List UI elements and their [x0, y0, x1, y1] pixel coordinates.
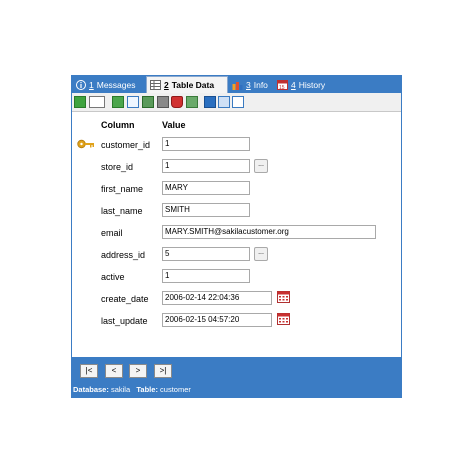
- delete-icon[interactable]: [171, 96, 183, 108]
- insert-row-icon[interactable]: [112, 96, 124, 108]
- table-value: customer: [160, 385, 191, 394]
- address-id-field[interactable]: 5: [162, 247, 250, 261]
- field-label-last-name: last_name: [101, 206, 143, 216]
- tab-number: 2: [164, 80, 169, 90]
- store-id-lookup-button[interactable]: ...: [254, 159, 268, 173]
- tab-number: 1: [89, 79, 94, 90]
- tab-bar: 1 Messages 2 Table Data 3 Info 15 4 History: [71, 75, 402, 93]
- field-label-customer-id: customer_id: [101, 140, 151, 150]
- value-header: Value: [162, 120, 186, 130]
- field-label-first-name: first_name: [101, 184, 144, 194]
- last-record-button[interactable]: >|: [154, 364, 172, 378]
- customer-id-field[interactable]: 1: [162, 137, 250, 151]
- field-label-active: active: [101, 272, 125, 282]
- tab-table-data[interactable]: 2 Table Data: [146, 76, 228, 93]
- table-icon: [150, 80, 161, 90]
- next-record-button[interactable]: >: [129, 364, 147, 378]
- grid-view-icon[interactable]: [204, 96, 216, 108]
- cancel-changes-icon[interactable]: [186, 96, 198, 108]
- first-name-field[interactable]: MARY: [162, 181, 250, 195]
- table-label: Table:: [136, 385, 158, 394]
- last-update-field[interactable]: 2006-02-15 04:57:20: [162, 313, 272, 327]
- tab-number: 3: [246, 79, 251, 90]
- previous-record-button[interactable]: <: [105, 364, 123, 378]
- refresh-icon[interactable]: [74, 96, 86, 108]
- field-label-store-id: store_id: [101, 162, 134, 172]
- info-chart-icon: [232, 81, 243, 90]
- calendar-picker-icon[interactable]: [277, 291, 290, 303]
- tab-info[interactable]: 3 Info: [229, 77, 273, 92]
- field-label-create-date: create_date: [101, 294, 149, 304]
- record-navigation: |< < > >| Database: sakila Table: custom…: [71, 357, 402, 398]
- tab-label: History: [298, 79, 326, 90]
- create-date-field[interactable]: 2006-02-14 22:04:36: [162, 291, 272, 305]
- field-label-email: email: [101, 228, 123, 238]
- key-icon: [77, 139, 94, 149]
- grid-dropdown-icon[interactable]: [89, 96, 105, 108]
- calendar-picker-icon[interactable]: [277, 313, 290, 325]
- toolbar: [72, 93, 401, 112]
- tab-label: Table Data: [171, 80, 215, 90]
- tab-number: 4: [291, 79, 296, 90]
- calendar-icon: 15: [277, 79, 288, 90]
- info-icon: [76, 79, 86, 90]
- store-id-field[interactable]: 1: [162, 159, 250, 173]
- svg-text:15: 15: [279, 85, 285, 90]
- field-label-address-id: address_id: [101, 250, 146, 260]
- last-name-field[interactable]: SMITH: [162, 203, 250, 217]
- active-field[interactable]: 1: [162, 269, 250, 283]
- text-view-icon[interactable]: [232, 96, 244, 108]
- first-record-button[interactable]: |<: [80, 364, 98, 378]
- column-header: Column: [101, 120, 135, 130]
- tab-label: Info: [253, 79, 268, 90]
- field-label-last-update: last_update: [101, 316, 148, 326]
- address-id-lookup-button[interactable]: ...: [254, 247, 268, 261]
- status-line: Database: sakila Table: customer: [73, 385, 191, 394]
- disk-icon[interactable]: [157, 96, 169, 108]
- duplicate-row-icon[interactable]: [127, 96, 139, 108]
- table-data-panel: 1 Messages 2 Table Data 3 Info 15 4 History …: [71, 75, 402, 398]
- tab-history[interactable]: 15 4 History: [274, 77, 334, 92]
- tab-label: Messages: [96, 79, 136, 90]
- save-icon[interactable]: [142, 96, 154, 108]
- form-view: Column Value customer_id 1 store_id 1 ..…: [72, 112, 401, 357]
- tab-messages[interactable]: 1 Messages: [73, 77, 145, 92]
- database-value: sakila: [110, 385, 131, 394]
- form-view-icon[interactable]: [218, 96, 230, 108]
- database-label: Database:: [73, 385, 109, 394]
- email-field[interactable]: MARY.SMITH@sakilacustomer.org: [162, 225, 376, 239]
